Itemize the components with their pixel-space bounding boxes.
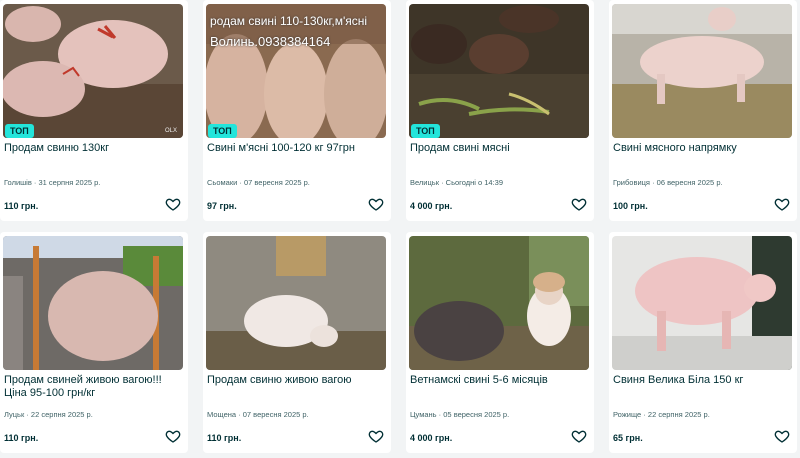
listing-location: Сьомаки xyxy=(207,178,238,187)
listing-card[interactable]: родам свині 110-130кг,м'ясні Волинь.0938… xyxy=(203,0,391,221)
listing-grid: OLX ТОП Продам свиню 130кг Голишів · 31 … xyxy=(0,0,800,458)
listing-meta: Рожище · 22 серпня 2025 р. xyxy=(613,410,710,419)
heart-outline-icon[interactable] xyxy=(368,428,384,444)
top-badge: ТОП xyxy=(5,124,34,138)
listing-photo[interactable] xyxy=(409,4,589,138)
listing-price: 97 грн. xyxy=(207,201,237,211)
photo-caption: Волинь.0938384164 xyxy=(210,34,331,49)
listing-title[interactable]: Продам свині мясні xyxy=(410,142,588,155)
listing-price: 4 000 грн. xyxy=(410,201,453,211)
listing-meta: Голишів · 31 серпня 2025 р. xyxy=(4,178,101,187)
listing-card[interactable]: Свині мясного напрямку Грибовиця · 06 ве… xyxy=(609,0,797,221)
listing-price: 100 грн. xyxy=(613,201,648,211)
listing-photo[interactable] xyxy=(612,236,792,370)
heart-outline-icon[interactable] xyxy=(165,428,181,444)
listing-title[interactable]: Ветнамскі свині 5-6 місяців xyxy=(410,374,588,387)
listing-meta: Цумань · 05 вересня 2025 р. xyxy=(410,410,510,419)
listing-meta: Грибовиця · 06 вересня 2025 р. xyxy=(613,178,723,187)
listing-date: 07 вересня 2025 р. xyxy=(243,178,310,187)
listing-photo[interactable] xyxy=(409,236,589,370)
photo-watermark: OLX xyxy=(164,128,177,134)
listing-photo[interactable]: родам свині 110-130кг,м'ясні Волинь.0938… xyxy=(206,4,386,138)
listing-meta: Мощена · 07 вересня 2025 р. xyxy=(207,410,309,419)
listing-date: 05 вересня 2025 р. xyxy=(443,410,510,419)
listing-date: 06 вересня 2025 р. xyxy=(656,178,723,187)
listing-location: Велицьк xyxy=(410,178,439,187)
listing-location: Голишів xyxy=(4,178,32,187)
top-badge: ТОП xyxy=(411,124,440,138)
listing-date: 22 серпня 2025 р. xyxy=(647,410,710,419)
listing-meta: Велицьк · Сьогодні о 14:39 xyxy=(410,178,504,187)
listing-date: Сьогодні о 14:39 xyxy=(445,178,504,187)
listing-price: 110 грн. xyxy=(207,433,242,443)
listing-title[interactable]: Продам свиней живою вагою!!! Ціна 95-100… xyxy=(4,374,182,400)
listing-meta: Сьомаки · 07 вересня 2025 р. xyxy=(207,178,310,187)
listing-card[interactable]: Ветнамскі свині 5-6 місяців Цумань · 05 … xyxy=(406,232,594,453)
heart-outline-icon[interactable] xyxy=(774,196,790,212)
listing-price: 65 грн. xyxy=(613,433,643,443)
listing-title[interactable]: Свиня Велика Біла 150 кг xyxy=(613,374,791,387)
listing-card[interactable]: OLX ТОП Продам свиню 130кг Голишів · 31 … xyxy=(0,0,188,221)
listing-title[interactable]: Продам свиню живою вагою xyxy=(207,374,385,387)
heart-outline-icon[interactable] xyxy=(571,196,587,212)
listing-photo[interactable] xyxy=(206,236,386,370)
listing-location: Мощена xyxy=(207,410,237,419)
heart-outline-icon[interactable] xyxy=(368,196,384,212)
listing-card[interactable]: ТОП Продам свині мясні Велицьк · Сьогодн… xyxy=(406,0,594,221)
listing-card[interactable]: Продам свиней живою вагою!!! Ціна 95-100… xyxy=(0,232,188,453)
listing-location: Луцьк xyxy=(4,410,25,419)
listing-location: Грибовиця xyxy=(613,178,650,187)
listing-title[interactable]: Свині мясного напрямку xyxy=(613,142,791,155)
listing-location: Цумань xyxy=(410,410,437,419)
listing-title[interactable]: Продам свиню 130кг xyxy=(4,142,182,155)
listing-date: 31 серпня 2025 р. xyxy=(38,178,101,187)
listing-location: Рожище xyxy=(613,410,642,419)
listing-date: 22 серпня 2025 р. xyxy=(30,410,93,419)
listing-date: 07 вересня 2025 р. xyxy=(242,410,309,419)
top-badge: ТОП xyxy=(208,124,237,138)
listing-card[interactable]: Продам свиню живою вагою Мощена · 07 вер… xyxy=(203,232,391,453)
listing-price: 110 грн. xyxy=(4,433,39,443)
listing-card[interactable]: Свиня Велика Біла 150 кг Рожище · 22 сер… xyxy=(609,232,797,453)
listing-meta: Луцьк · 22 серпня 2025 р. xyxy=(4,410,93,419)
heart-outline-icon[interactable] xyxy=(571,428,587,444)
listing-photo[interactable]: OLX xyxy=(3,4,183,138)
listing-title[interactable]: Свині м'ясні 100-120 кг 97грн xyxy=(207,142,385,155)
listing-photo[interactable] xyxy=(3,236,183,370)
heart-outline-icon[interactable] xyxy=(774,428,790,444)
listing-price: 4 000 грн. xyxy=(410,433,453,443)
photo-caption: родам свині 110-130кг,м'ясні xyxy=(210,14,368,28)
listing-photo[interactable] xyxy=(612,4,792,138)
heart-outline-icon[interactable] xyxy=(165,196,181,212)
listing-price: 110 грн. xyxy=(4,201,39,211)
